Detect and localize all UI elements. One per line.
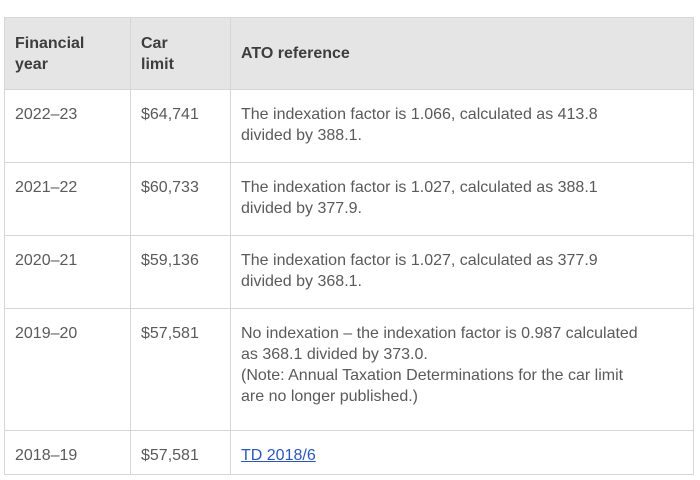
cell-limit: $64,741 <box>130 89 231 163</box>
car-limit-table-container: Financial year Car limit ATO reference 2… <box>4 17 694 475</box>
header-financial-year-line1: Financial <box>15 34 85 52</box>
table-header: Financial year Car limit ATO reference <box>4 17 694 90</box>
reference-line: The indexation factor is 1.027, calculat… <box>241 179 598 196</box>
reference-note-line: are no longer published.) <box>241 388 419 405</box>
cell-reference: The indexation factor is 1.027, calculat… <box>230 235 694 309</box>
table-row: 2018–19 $57,581 TD 2018/6 <box>4 430 694 475</box>
table-row: 2021–22 $60,733 The indexation factor is… <box>4 162 694 236</box>
reference-line: divided by 377.9. <box>241 200 362 217</box>
table-row: 2019–20 $57,581 No indexation – the inde… <box>4 308 694 431</box>
cell-reference: The indexation factor is 1.066, calculat… <box>230 89 694 163</box>
cell-year: 2019–20 <box>4 308 131 431</box>
cell-limit: $59,136 <box>130 235 231 309</box>
table-row: 2020–21 $59,136 The indexation factor is… <box>4 235 694 309</box>
header-car-limit-line2: limit <box>141 55 174 73</box>
header-car-limit-line1: Car <box>141 34 168 52</box>
reference-note-line: (Note: Annual Taxation Determinations fo… <box>241 367 624 384</box>
cell-limit: $57,581 <box>130 430 231 475</box>
cell-reference: No indexation – the indexation factor is… <box>230 308 694 431</box>
header-ato-reference: ATO reference <box>230 17 694 90</box>
reference-line: divided by 368.1. <box>241 273 362 290</box>
reference-line: The indexation factor is 1.027, calculat… <box>241 252 598 269</box>
header-ato-reference-label: ATO reference <box>241 45 350 62</box>
cell-limit: $60,733 <box>130 162 231 236</box>
header-financial-year: Financial year <box>4 17 131 90</box>
header-financial-year-line2: year <box>15 55 48 73</box>
td-2018-6-link[interactable]: TD 2018/6 <box>241 447 316 464</box>
cell-limit: $57,581 <box>130 308 231 431</box>
header-row: Financial year Car limit ATO reference <box>4 17 694 90</box>
header-car-limit: Car limit <box>130 17 231 90</box>
car-limit-table: Financial year Car limit ATO reference 2… <box>4 17 694 475</box>
reference-line: The indexation factor is 1.066, calculat… <box>241 106 598 123</box>
reference-line: No indexation – the indexation factor is… <box>241 325 638 342</box>
reference-line: as 368.1 divided by 373.0. <box>241 346 428 363</box>
cell-year: 2022–23 <box>4 89 131 163</box>
reference-line: divided by 388.1. <box>241 127 362 144</box>
cell-reference: The indexation factor is 1.027, calculat… <box>230 162 694 236</box>
cell-year: 2020–21 <box>4 235 131 309</box>
cell-reference: TD 2018/6 <box>230 430 694 475</box>
table-body: 2022–23 $64,741 The indexation factor is… <box>4 89 694 475</box>
cell-year: 2021–22 <box>4 162 131 236</box>
table-row: 2022–23 $64,741 The indexation factor is… <box>4 89 694 163</box>
cell-year: 2018–19 <box>4 430 131 475</box>
